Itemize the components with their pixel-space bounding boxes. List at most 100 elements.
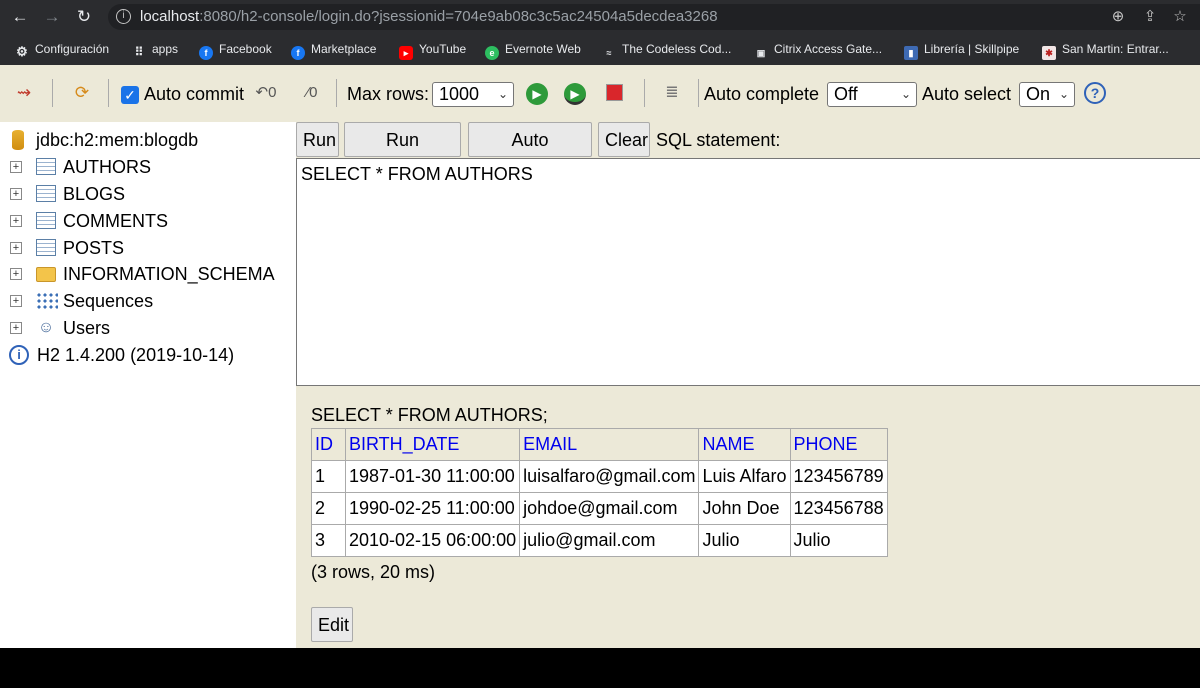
bookmark-configuracion[interactable]: ⚙ Configuración	[15, 40, 109, 59]
address-bar[interactable]: i localhost:8080/h2-console/login.do?jse…	[108, 4, 1200, 30]
table-cell: 1987-01-30 11:00:00	[344, 460, 521, 493]
table-icon	[36, 185, 56, 202]
facebook-icon: f	[199, 46, 213, 60]
bottom-black-bar	[0, 648, 1200, 688]
clear-button[interactable]: Clear	[598, 122, 650, 157]
bookmark-citrix[interactable]: ▣ Citrix Access Gate...	[754, 40, 882, 58]
edit-button[interactable]: Edit	[311, 607, 353, 642]
chevron-down-icon: ⌄	[497, 87, 508, 101]
tree-item-label: Users	[63, 318, 111, 338]
tree-item-users[interactable]: + ☺ Users	[0, 316, 296, 340]
table-row: 3 2010-02-15 06:00:00 julio@gmail.com Ju…	[311, 524, 888, 557]
bookmarks-bar: ⚙ Configuración ⠿ apps f Facebook f Marketpl…	[0, 34, 1200, 65]
history-icon[interactable]: ≣	[660, 81, 684, 105]
back-icon[interactable]: ←	[10, 7, 30, 27]
auto-complete-label: Auto complete	[704, 84, 820, 104]
auto-complete-button[interactable]: Auto complete	[468, 122, 592, 183]
row-count-text: (3 rows, 20 ms)	[311, 562, 436, 582]
expand-icon[interactable]: +	[10, 161, 22, 173]
bookmark-codeless[interactable]: ≈ The Codeless Cod...	[602, 40, 732, 58]
max-rows-select[interactable]: 1000 ⌄	[432, 82, 514, 107]
tree-item-posts[interactable]: + POSTS	[0, 236, 296, 260]
bookmark-label: apps	[152, 42, 179, 56]
h2-toolbar: ⇝ ⟳ ✓ Auto commit ↶0 ⁄0 Max rows: 1000 ⌄ …	[0, 65, 1200, 122]
disconnect-icon[interactable]: ⇝	[12, 81, 36, 105]
table-cell: 123456789	[789, 460, 888, 493]
max-rows-label: Max rows:	[347, 84, 430, 104]
tree-connection-label: jdbc:h2:mem:blogdb	[36, 130, 199, 150]
table-cell: Julio	[789, 524, 888, 557]
codeless-icon: ≈	[606, 48, 612, 58]
expand-icon[interactable]: +	[10, 188, 22, 200]
expand-icon[interactable]: +	[10, 322, 22, 334]
refresh-icon[interactable]: ⟳	[70, 81, 94, 105]
forward-icon[interactable]: →	[42, 7, 62, 27]
bookmark-apps[interactable]: ⠿ apps	[132, 40, 179, 59]
auto-complete-value: Off	[834, 84, 858, 104]
table-cell: 2	[311, 492, 346, 525]
skillpipe-icon: ▮	[904, 46, 918, 60]
bookmark-san-martin[interactable]: ✱ San Martin: Entrar...	[1042, 40, 1169, 60]
info-icon: i	[9, 345, 29, 365]
object-tree: jdbc:h2:mem:blogdb + AUTHORS + BLOGS + C…	[0, 122, 296, 648]
auto-select-select[interactable]: On ⌄	[1019, 82, 1075, 107]
sql-editor[interactable]: SELECT * FROM AUTHORS	[296, 158, 1200, 386]
reload-icon[interactable]: ↻	[74, 7, 94, 27]
bookmark-star-icon[interactable]: ☆	[1170, 7, 1190, 27]
column-header-name[interactable]: NAME	[698, 428, 791, 461]
site-info-icon[interactable]: i	[116, 9, 131, 24]
column-header-email[interactable]: EMAIL	[519, 428, 700, 461]
bookmark-evernote[interactable]: e Evernote Web	[485, 40, 581, 60]
tree-item-information-schema[interactable]: + INFORMATION_SCHEMA	[0, 262, 296, 286]
help-icon[interactable]: ?	[1084, 82, 1106, 104]
bookmark-label: YouTube	[419, 42, 467, 56]
rollback-icon[interactable]: ↶0	[254, 81, 278, 105]
tree-item-blogs[interactable]: + BLOGS	[0, 182, 296, 206]
bookmark-label: Marketplace	[311, 42, 377, 56]
tree-item-sequences[interactable]: + Sequences	[0, 289, 296, 313]
tree-connection[interactable]: jdbc:h2:mem:blogdb	[0, 128, 296, 152]
expand-icon[interactable]: +	[10, 215, 22, 227]
table-row: 1 1987-01-30 11:00:00 luisalfaro@gmail.c…	[311, 460, 888, 493]
bookmark-label: The Codeless Cod...	[622, 42, 732, 56]
url-text[interactable]: localhost:8080/h2-console/login.do?jsess…	[140, 8, 718, 25]
expand-icon[interactable]: +	[10, 242, 22, 254]
bookmark-facebook[interactable]: f Facebook	[199, 40, 272, 60]
expand-icon[interactable]: +	[10, 268, 22, 280]
bookmark-youtube[interactable]: ▸ YouTube	[399, 40, 467, 60]
commit-icon[interactable]: ⁄0	[300, 81, 324, 105]
san-martin-icon: ✱	[1042, 46, 1056, 60]
tree-item-label: BLOGS	[63, 184, 126, 204]
auto-complete-select[interactable]: Off ⌄	[827, 82, 917, 107]
table-cell: 3	[311, 524, 346, 557]
run-icon[interactable]: ▶	[526, 83, 548, 105]
auto-commit-label: Auto commit	[144, 84, 245, 104]
bookmark-skillpipe[interactable]: ▮ Librería | Skillpipe	[904, 40, 1019, 60]
auto-commit-checkbox[interactable]: ✓	[121, 86, 139, 104]
tree-item-comments[interactable]: + COMMENTS	[0, 209, 296, 233]
tree-item-label: INFORMATION_SCHEMA	[63, 264, 275, 284]
column-header-id[interactable]: ID	[311, 428, 346, 461]
version-label: H2 1.4.200 (2019-10-14)	[37, 345, 235, 365]
column-header-birth-date[interactable]: BIRTH_DATE	[344, 428, 521, 461]
tree-item-authors[interactable]: + AUTHORS	[0, 155, 296, 179]
auto-select-label: Auto select	[922, 84, 1012, 104]
folder-icon	[36, 267, 56, 282]
share-icon[interactable]: ⇪	[1140, 7, 1160, 27]
expand-icon[interactable]: +	[10, 295, 22, 307]
run-selected-icon[interactable]: ▶	[564, 83, 586, 105]
column-header-phone[interactable]: PHONE	[789, 428, 888, 461]
table-cell: luisalfaro@gmail.com	[519, 460, 700, 493]
max-rows-value: 1000	[439, 84, 480, 104]
table-cell: Luis Alfaro	[698, 460, 791, 493]
apps-grid-icon: ⠿	[134, 45, 144, 59]
bookmark-marketplace[interactable]: f Marketplace	[291, 40, 377, 60]
table-icon	[36, 158, 56, 175]
tree-item-label: AUTHORS	[63, 157, 152, 177]
run-button[interactable]: Run	[296, 122, 339, 157]
zoom-icon[interactable]: ⊕	[1108, 7, 1128, 27]
run-selected-button[interactable]: Run Selected	[344, 122, 461, 183]
table-icon	[36, 239, 56, 256]
stop-icon[interactable]	[606, 84, 623, 101]
bookmark-label: Citrix Access Gate...	[774, 42, 883, 56]
